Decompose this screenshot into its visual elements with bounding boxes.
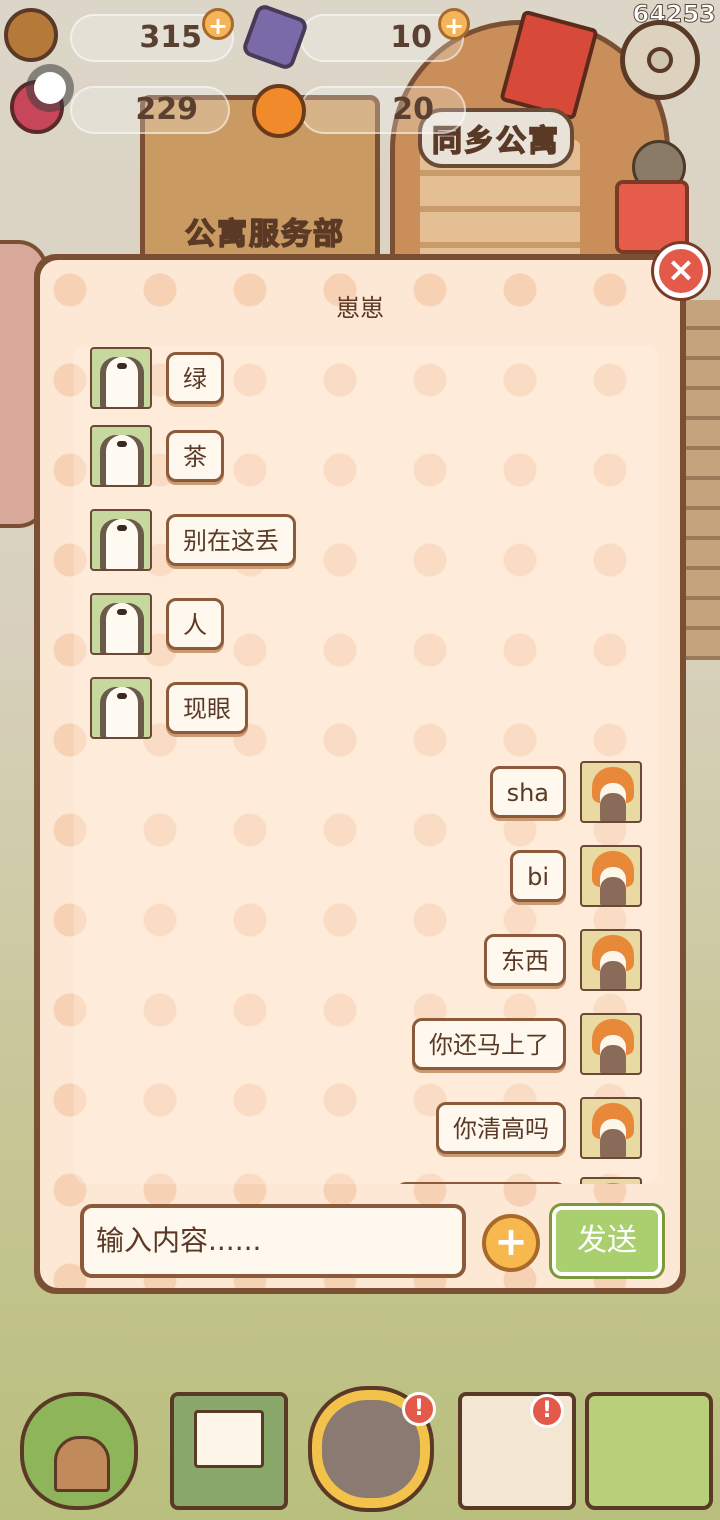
fox-otter-avatar[interactable] bbox=[580, 1097, 642, 1159]
fox-otter-avatar[interactable] bbox=[580, 1013, 642, 1075]
fox-otter-avatar[interactable] bbox=[580, 761, 642, 823]
map-icon[interactable] bbox=[585, 1392, 713, 1510]
fox-otter-avatar bbox=[580, 1177, 642, 1184]
crystal-plus-icon[interactable]: + bbox=[438, 8, 470, 40]
message-bubble: sha bbox=[489, 766, 566, 818]
otter-avatar[interactable] bbox=[90, 347, 152, 409]
message-bubble: 你还马上了 bbox=[412, 1018, 566, 1070]
message-row: 别在这丢 bbox=[90, 508, 310, 572]
message-row-partial bbox=[382, 1176, 642, 1184]
service-department-sign[interactable]: 公寓服务部 bbox=[175, 205, 355, 257]
otter-avatar[interactable] bbox=[90, 425, 152, 487]
gift-box-icon[interactable] bbox=[615, 180, 689, 254]
resource-heart-gem: 229 bbox=[70, 86, 230, 134]
message-row: sha bbox=[476, 760, 642, 824]
chat-panel: 崽崽 绿 茶 别在这丢 人 现眼 sha bi 东西 你还马上了 你清高吗 输入… bbox=[40, 260, 680, 1288]
otter-avatar[interactable] bbox=[90, 593, 152, 655]
message-row: 人 bbox=[90, 592, 238, 656]
home-icon[interactable] bbox=[20, 1392, 138, 1510]
message-bubble: 茶 bbox=[166, 430, 224, 482]
acorn-count: 315 bbox=[139, 20, 202, 55]
message-row: bi bbox=[496, 844, 642, 908]
message-bubble: bi bbox=[510, 850, 566, 902]
message-bubble: 你清高吗 bbox=[436, 1102, 566, 1154]
chat-title: 崽崽 bbox=[336, 294, 384, 322]
message-list[interactable]: 绿 茶 别在这丢 人 现眼 sha bi 东西 你还马上了 你清高吗 bbox=[74, 346, 658, 1184]
message-bubble: 东西 bbox=[484, 934, 566, 986]
heart-gem-count: 229 bbox=[135, 92, 198, 127]
friends-alert-badge: ! bbox=[402, 1392, 436, 1426]
tasks-alert-badge: ! bbox=[530, 1394, 564, 1428]
add-attachment-button[interactable]: + bbox=[482, 1214, 540, 1272]
message-row: 你还马上了 bbox=[398, 1012, 642, 1076]
orange-count: 20 bbox=[392, 92, 434, 127]
message-row: 茶 bbox=[90, 424, 238, 488]
otter-avatar[interactable] bbox=[90, 677, 152, 739]
message-row: 现眼 bbox=[90, 676, 262, 740]
mail-icon[interactable] bbox=[170, 1392, 288, 1510]
close-icon[interactable]: × bbox=[654, 244, 708, 298]
message-input[interactable]: 输入内容...... bbox=[80, 1204, 466, 1278]
resource-orange: 20 bbox=[300, 86, 466, 134]
message-bubble: 别在这丢 bbox=[166, 514, 296, 566]
message-row: 绿 bbox=[90, 346, 238, 410]
fox-otter-avatar[interactable] bbox=[580, 929, 642, 991]
crystal-count: 10 bbox=[390, 20, 432, 55]
message-row: 你清高吗 bbox=[422, 1096, 642, 1160]
send-button[interactable]: 发送 bbox=[552, 1206, 662, 1276]
message-bubble: 现眼 bbox=[166, 682, 248, 734]
acorn-icon bbox=[4, 8, 58, 62]
fox-otter-avatar[interactable] bbox=[580, 845, 642, 907]
gear-icon[interactable] bbox=[620, 20, 700, 100]
orange-icon bbox=[252, 84, 306, 138]
message-bubble-partial bbox=[396, 1182, 566, 1184]
chat-dialog: 崽崽 绿 茶 别在这丢 人 现眼 sha bi 东西 你还马上了 你清高吗 输入… bbox=[34, 254, 686, 1294]
message-bubble: 绿 bbox=[166, 352, 224, 404]
bottom-nav: ! ! bbox=[0, 1380, 720, 1520]
floating-toggle[interactable] bbox=[26, 64, 74, 112]
message-bubble: 人 bbox=[166, 598, 224, 650]
message-row: 东西 bbox=[470, 928, 642, 992]
acorn-plus-icon[interactable]: + bbox=[202, 8, 234, 40]
otter-avatar[interactable] bbox=[90, 509, 152, 571]
